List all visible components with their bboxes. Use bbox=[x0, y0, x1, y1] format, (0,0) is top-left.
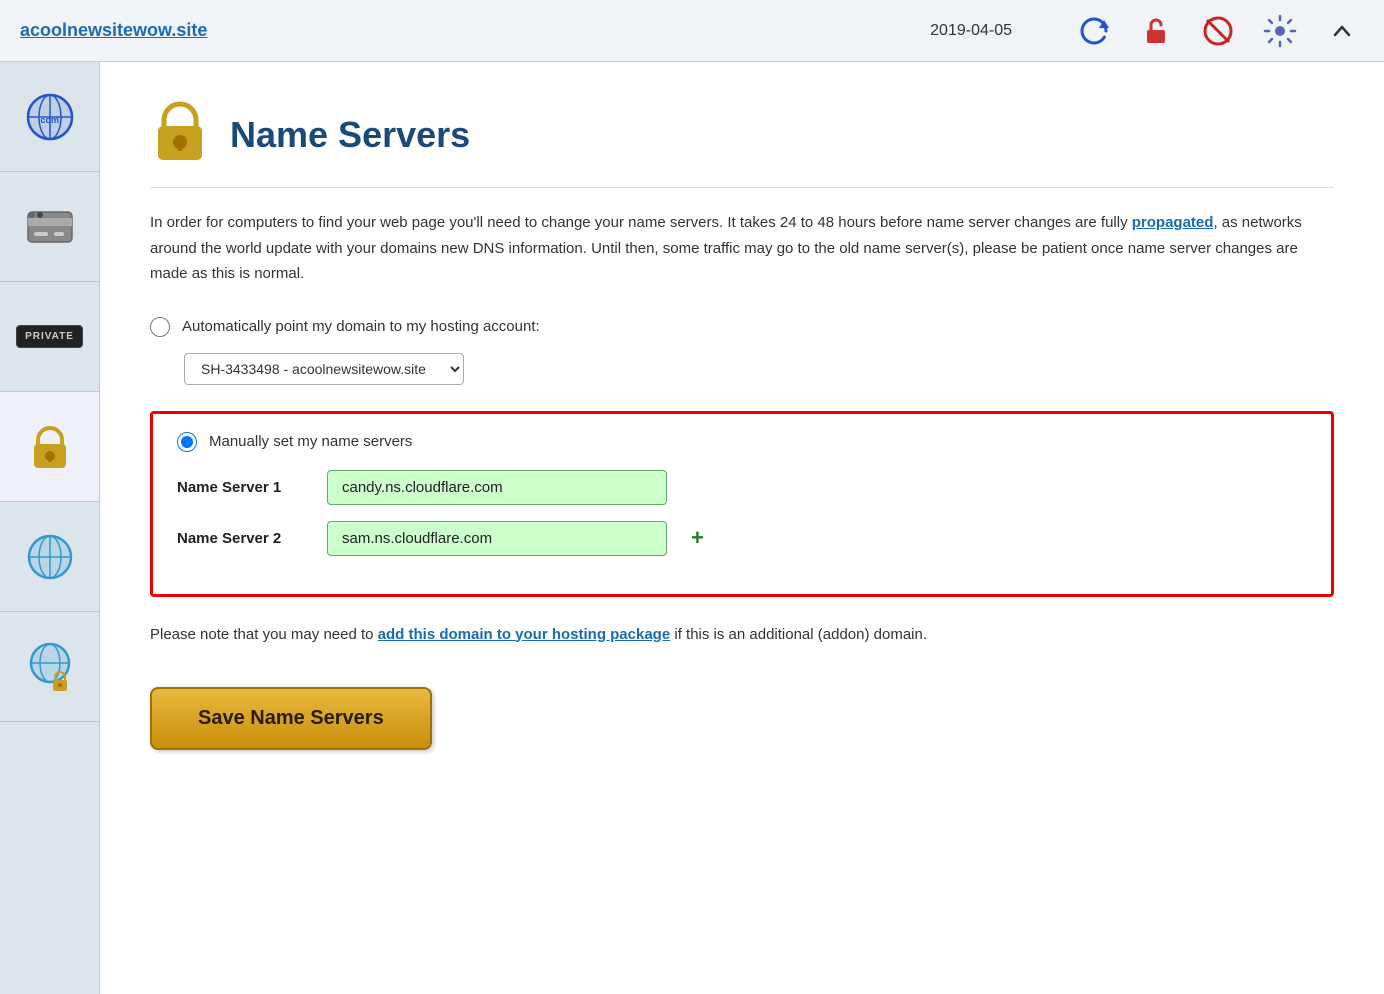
auto-option-label: Automatically point my domain to my host… bbox=[182, 318, 540, 335]
ns2-label: Name Server 2 bbox=[177, 530, 307, 547]
date-display: 2019-04-05 bbox=[930, 22, 1012, 40]
block-icon[interactable] bbox=[1196, 9, 1240, 53]
description-text: In order for computers to find your web … bbox=[150, 210, 1334, 287]
sidebar-item-private[interactable]: PRIVATE bbox=[0, 282, 99, 392]
main-layout: .com PRIVATE bbox=[0, 62, 1384, 994]
svg-text:.com: .com bbox=[38, 115, 59, 125]
private-icon: PRIVATE bbox=[24, 311, 76, 363]
ns1-input[interactable] bbox=[327, 470, 667, 505]
page-lock-icon bbox=[150, 98, 210, 171]
ns2-row: Name Server 2 + bbox=[177, 521, 1307, 556]
save-nameservers-button[interactable]: Save Name Servers bbox=[150, 687, 432, 750]
card-icon bbox=[24, 201, 76, 253]
manual-ns-box: Manually set my name servers Name Server… bbox=[150, 411, 1334, 597]
sidebar: .com PRIVATE bbox=[0, 62, 100, 994]
chevron-up-icon[interactable] bbox=[1320, 9, 1364, 53]
top-bar-icons bbox=[1072, 9, 1364, 53]
add-domain-link[interactable]: add this domain to your hosting package bbox=[378, 626, 671, 643]
manual-option-label: Manually set my name servers bbox=[209, 433, 412, 450]
sidebar-item-card[interactable] bbox=[0, 172, 99, 282]
note-text: Please note that you may need to add thi… bbox=[150, 623, 1334, 647]
add-nameserver-button[interactable]: + bbox=[687, 525, 708, 551]
settings-icon[interactable] bbox=[1258, 9, 1302, 53]
globe-blue-icon bbox=[24, 531, 76, 583]
top-bar: acoolnewsitewow.site 2019-04-05 bbox=[0, 0, 1384, 62]
lock-icon bbox=[24, 421, 76, 473]
ns1-row: Name Server 1 bbox=[177, 470, 1307, 505]
page-title: Name Servers bbox=[230, 114, 470, 156]
content-area: Name Servers In order for computers to f… bbox=[100, 62, 1384, 994]
page-title-row: Name Servers bbox=[150, 98, 1334, 171]
hosting-account-select[interactable]: SH-3433498 - acoolnewsitewow.site bbox=[184, 353, 464, 385]
sidebar-item-globe-lock[interactable] bbox=[0, 612, 99, 722]
refresh-icon[interactable] bbox=[1072, 9, 1116, 53]
globe-lock-icon bbox=[24, 641, 76, 693]
manual-ns-header: Manually set my name servers bbox=[177, 432, 1307, 452]
ns1-label: Name Server 1 bbox=[177, 479, 307, 496]
sidebar-item-globe-blue[interactable] bbox=[0, 502, 99, 612]
sidebar-item-globe-com[interactable]: .com bbox=[0, 62, 99, 172]
auto-option-row: Automatically point my domain to my host… bbox=[150, 317, 1334, 337]
propagated-link[interactable]: propagated bbox=[1132, 214, 1214, 231]
sidebar-item-lock[interactable] bbox=[0, 392, 99, 502]
hosting-select-wrapper: SH-3433498 - acoolnewsitewow.site bbox=[150, 353, 1334, 411]
title-divider bbox=[150, 187, 1334, 188]
manual-radio[interactable] bbox=[177, 432, 197, 452]
domain-link[interactable]: acoolnewsitewow.site bbox=[20, 20, 207, 41]
globe-com-icon: .com bbox=[24, 91, 76, 143]
auto-radio[interactable] bbox=[150, 317, 170, 337]
unlock-icon[interactable] bbox=[1134, 9, 1178, 53]
ns2-input[interactable] bbox=[327, 521, 667, 556]
